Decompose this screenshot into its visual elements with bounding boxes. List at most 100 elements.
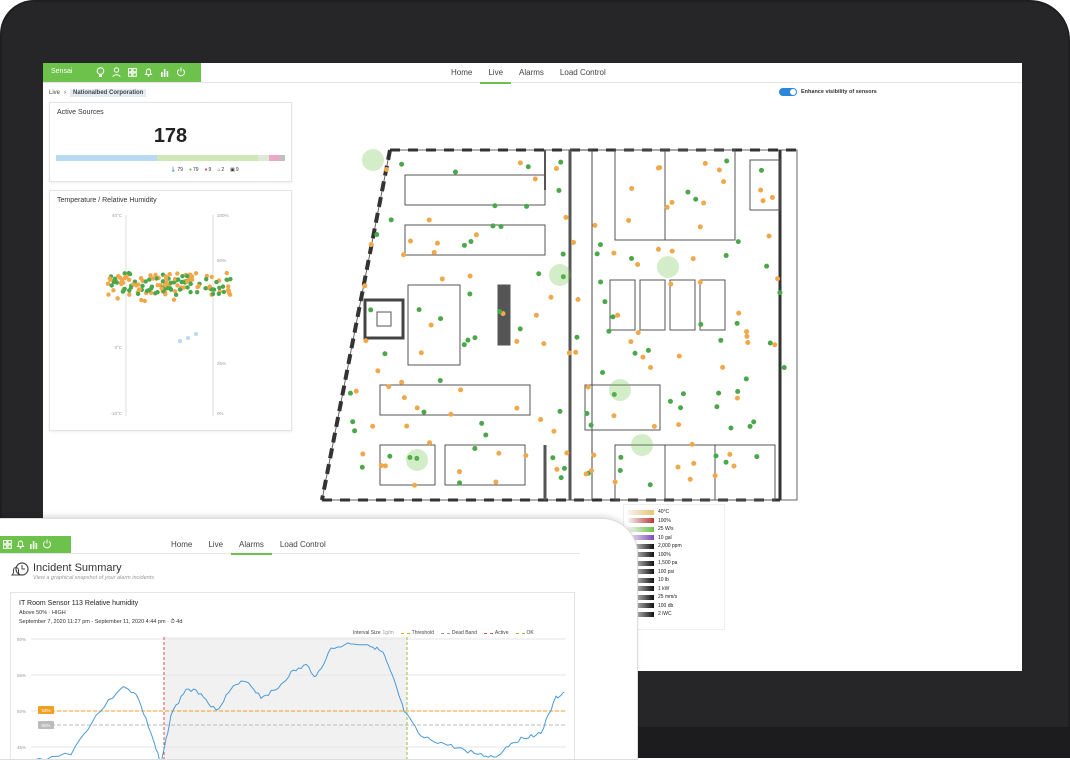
sensor-marker[interactable] (388, 217, 394, 223)
sensor-marker[interactable] (467, 291, 473, 297)
sensor-marker[interactable] (781, 365, 787, 371)
sensor-marker[interactable] (736, 310, 742, 316)
sensor-marker[interactable] (473, 232, 479, 238)
sensor-marker[interactable] (382, 463, 388, 469)
chart-icon[interactable] (29, 536, 38, 554)
sensor-marker[interactable] (724, 158, 730, 164)
sensor-marker[interactable] (597, 242, 603, 248)
sensor-marker[interactable] (467, 273, 473, 279)
sensor-marker[interactable] (583, 471, 589, 477)
sensor-marker[interactable] (483, 432, 489, 438)
sensor-marker[interactable] (667, 398, 673, 404)
sensor-marker[interactable] (532, 176, 538, 182)
grid-icon[interactable] (127, 65, 138, 79)
sensor-marker[interactable] (492, 203, 498, 209)
sensor-marker[interactable] (743, 376, 749, 382)
sensor-marker[interactable] (368, 307, 374, 313)
sensor-marker[interactable] (702, 160, 708, 166)
sensor-marker[interactable] (551, 428, 557, 434)
sensor-marker[interactable] (718, 337, 724, 343)
sensor-marker[interactable] (548, 294, 554, 300)
sensor-marker[interactable] (461, 342, 467, 348)
sensor-marker[interactable] (629, 255, 635, 261)
sensor-marker[interactable] (399, 161, 405, 167)
sensor-marker[interactable] (352, 428, 358, 434)
sensor-marker[interactable] (744, 329, 750, 335)
sensor-marker[interactable] (563, 214, 569, 220)
sensor-marker[interactable] (629, 185, 635, 191)
nav-live[interactable]: Live (480, 63, 512, 84)
sensor-marker[interactable] (769, 195, 775, 201)
sensor-marker[interactable] (612, 479, 618, 485)
sensor-marker[interactable] (387, 453, 393, 459)
tablet-nav-home[interactable]: Home (163, 536, 200, 553)
sensor-marker[interactable] (399, 379, 405, 385)
sensor-marker[interactable] (363, 338, 369, 344)
sensor-marker[interactable] (618, 454, 624, 460)
sensor-marker[interactable] (635, 262, 641, 268)
sensor-marker[interactable] (723, 253, 729, 259)
sensor-marker[interactable] (617, 468, 623, 474)
sensor-marker[interactable] (524, 203, 530, 209)
sensor-marker[interactable] (615, 312, 621, 318)
nav-home[interactable]: Home (443, 63, 480, 82)
sensor-marker[interactable] (731, 463, 737, 469)
sensor-marker[interactable] (368, 242, 374, 248)
sensor-marker[interactable] (735, 389, 741, 395)
sensor-marker[interactable] (693, 196, 699, 202)
sensor-marker[interactable] (747, 423, 753, 429)
sensor-marker[interactable] (675, 464, 681, 470)
sensor-marker[interactable] (401, 395, 407, 401)
sensor-marker[interactable] (690, 256, 696, 262)
floor-plan-map[interactable] (320, 145, 800, 503)
sensor-marker[interactable] (566, 350, 572, 356)
sensor-marker[interactable] (734, 395, 740, 401)
sensor-marker[interactable] (558, 159, 564, 165)
sensor-marker[interactable] (598, 279, 604, 285)
sensor-marker[interactable] (472, 445, 478, 451)
lightbulb-icon[interactable] (95, 65, 106, 79)
sensor-marker[interactable] (557, 408, 563, 414)
sensor-marker[interactable] (584, 411, 590, 417)
sensor-marker[interactable] (764, 263, 770, 269)
sensor-marker[interactable] (439, 276, 445, 282)
sensor-marker[interactable] (721, 179, 727, 185)
sensor-marker[interactable] (458, 387, 464, 393)
sensor-marker[interactable] (775, 276, 781, 282)
sensor-marker[interactable] (374, 232, 380, 238)
sensor-marker[interactable] (538, 417, 544, 423)
sensor-marker[interactable] (564, 450, 570, 456)
sensor-marker[interactable] (645, 347, 651, 353)
sensor-marker[interactable] (648, 364, 654, 370)
sensor-marker[interactable] (561, 465, 567, 471)
sensor-marker[interactable] (716, 390, 722, 396)
sensor-marker[interactable] (493, 479, 499, 485)
sensor-marker[interactable] (626, 217, 632, 223)
sensor-marker[interactable] (404, 423, 410, 429)
sensor-marker[interactable] (697, 279, 703, 285)
sensor-marker[interactable] (574, 334, 580, 340)
sensor-marker[interactable] (426, 217, 432, 223)
sensor-marker[interactable] (448, 411, 454, 417)
sensor-marker[interactable] (697, 224, 703, 230)
sensor-marker[interactable] (353, 388, 359, 394)
sensor-marker[interactable] (416, 307, 422, 313)
sensor-marker[interactable] (525, 164, 531, 170)
sensor-marker[interactable] (360, 451, 366, 457)
sensor-marker[interactable] (685, 189, 691, 195)
sensor-marker[interactable] (676, 353, 682, 359)
enhance-visibility-toggle[interactable] (779, 88, 797, 96)
sensor-marker[interactable] (606, 328, 612, 334)
sensor-marker[interactable] (382, 351, 388, 357)
sensor-marker[interactable] (723, 459, 729, 465)
sensor-marker[interactable] (370, 423, 376, 429)
sensor-marker[interactable] (602, 299, 608, 305)
sensor-marker[interactable] (560, 251, 566, 257)
sensor-marker[interactable] (647, 482, 653, 488)
sensor-marker[interactable] (698, 321, 704, 327)
sensor-marker[interactable] (592, 222, 598, 228)
sensor-marker[interactable] (734, 320, 740, 326)
sensor-marker[interactable] (720, 364, 726, 370)
sensor-marker[interactable] (585, 384, 591, 390)
sensor-marker[interactable] (632, 350, 638, 356)
